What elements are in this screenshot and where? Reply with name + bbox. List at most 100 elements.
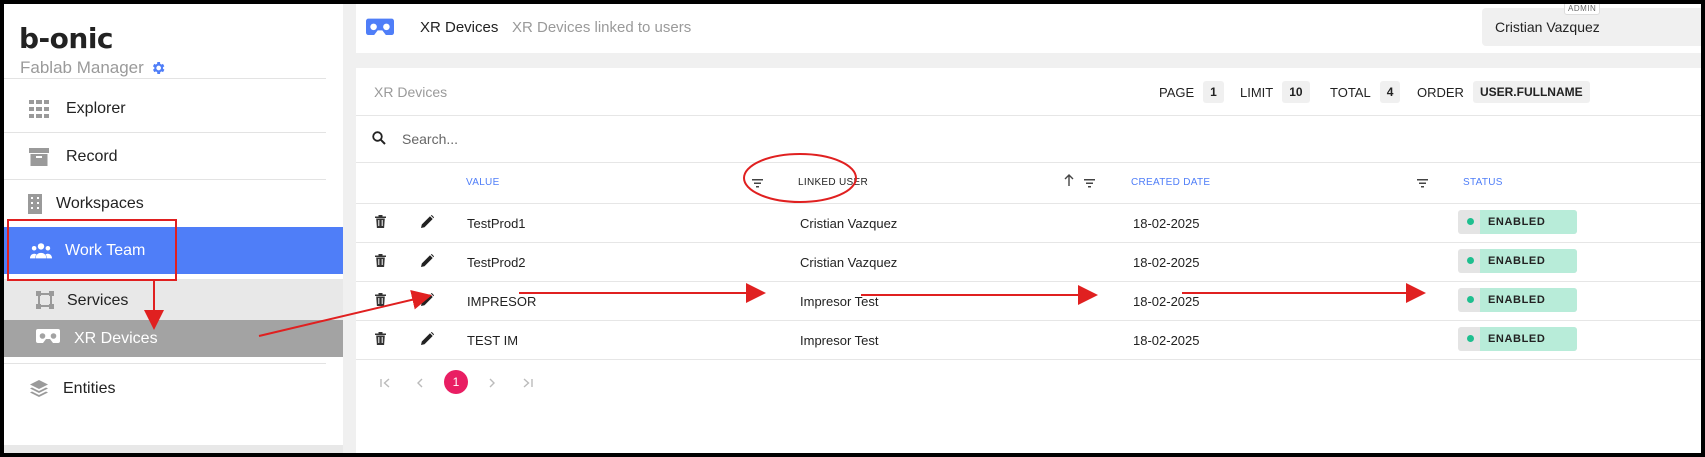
grid-icon: [28, 98, 50, 120]
status-dot: [1467, 335, 1474, 342]
screenshot-frame: b-onic Fablab Manager Explorer Record Wo…: [0, 0, 1705, 457]
frame-icon: [36, 291, 54, 314]
search-icon: [372, 131, 386, 150]
column-header-created-date[interactable]: CREATED DATE: [1131, 177, 1210, 188]
page-button-current[interactable]: 1: [444, 370, 468, 394]
table-row: TEST IM Impresor Test 18-02-2025 ENABLED: [356, 321, 1701, 360]
app-subtitle-text: Fablab Manager: [20, 58, 144, 77]
search-bar: [356, 116, 1701, 163]
status-badge[interactable]: ENABLED: [1458, 249, 1577, 273]
cell-value: TestProd2: [467, 255, 526, 270]
vr-headset-icon: [366, 18, 394, 43]
top-header: XR Devices XR Devices linked to users Cr…: [356, 4, 1701, 53]
sidebar-item-label: Entities: [63, 380, 116, 397]
sidebar-item-label: XR Devices: [74, 329, 158, 347]
sidebar: b-onic Fablab Manager Explorer Record Wo…: [4, 4, 343, 453]
prev-page-icon[interactable]: [416, 376, 424, 391]
sidebar-footer-strip: [4, 445, 343, 453]
card-header: XR Devices PAGE 1 LIMIT 10 TOTAL 4 ORDER…: [356, 68, 1701, 116]
sidebar-item-record[interactable]: Record: [4, 132, 343, 182]
user-name: Cristian Vazquez: [1495, 19, 1600, 35]
order-indicator: ORDER USER.FULLNAME: [1417, 81, 1590, 103]
sidebar-item-xr-devices[interactable]: XR Devices: [4, 320, 343, 357]
search-input[interactable]: [400, 127, 804, 151]
pencil-icon[interactable]: [421, 254, 434, 272]
status-dot: [1467, 257, 1474, 264]
layers-icon: [28, 378, 50, 400]
brand-logo: b-onic: [19, 22, 114, 55]
status-dot: [1467, 296, 1474, 303]
page-label: PAGE: [1159, 84, 1195, 100]
card-title: XR Devices: [374, 84, 448, 100]
archive-icon: [28, 146, 50, 168]
first-page-icon[interactable]: [380, 376, 390, 391]
status-badge[interactable]: ENABLED: [1458, 288, 1577, 312]
status-badge[interactable]: ENABLED: [1458, 327, 1577, 351]
total-value: 4: [1379, 81, 1401, 103]
cell-created-date: 18-02-2025: [1133, 216, 1200, 231]
order-label: ORDER: [1417, 84, 1464, 100]
page-indicator: PAGE 1: [1159, 81, 1224, 103]
devices-card: XR Devices PAGE 1 LIMIT 10 TOTAL 4 ORDER…: [356, 68, 1701, 453]
order-value[interactable]: USER.FULLNAME: [1472, 81, 1590, 103]
pencil-icon[interactable]: [421, 332, 434, 350]
cell-created-date: 18-02-2025: [1133, 255, 1200, 270]
sort-up-icon[interactable]: [1064, 173, 1074, 191]
table-header: VALUE LINKED USER CREATED DATE STATUS: [356, 163, 1701, 204]
cell-value: TestProd1: [467, 216, 526, 231]
app-window: b-onic Fablab Manager Explorer Record Wo…: [4, 4, 1701, 453]
cell-linked-user: Cristian Vazquez: [800, 216, 898, 231]
page-value[interactable]: 1: [1203, 81, 1224, 103]
vr-headset-icon: [36, 329, 60, 350]
sidebar-item-label: Workspaces: [56, 195, 144, 212]
column-header-linked-user[interactable]: LINKED USER: [798, 177, 868, 188]
pencil-icon[interactable]: [421, 293, 434, 311]
sidebar-item-label: Explorer: [66, 100, 126, 117]
sidebar-item-work-team[interactable]: Work Team: [4, 227, 343, 274]
gear-icon[interactable]: [150, 60, 166, 76]
trash-icon[interactable]: [375, 215, 386, 233]
trash-icon[interactable]: [375, 254, 386, 272]
cell-value: IMPRESOR: [467, 294, 537, 309]
sidebar-item-services[interactable]: Services: [4, 279, 343, 323]
role-badge: ADMIN: [1564, 4, 1601, 15]
limit-label: LIMIT: [1240, 84, 1274, 100]
last-page-icon[interactable]: [523, 376, 533, 391]
limit-indicator: LIMIT 10: [1240, 81, 1310, 103]
breadcrumb: XR Devices linked to users: [512, 19, 692, 36]
sidebar-item-label: Services: [67, 292, 129, 309]
status-text: ENABLED: [1480, 288, 1577, 312]
status-text: ENABLED: [1480, 210, 1577, 234]
sidebar-item-label: Work Team: [65, 241, 146, 259]
cell-linked-user: Impresor Test: [800, 333, 879, 348]
building-icon: [24, 193, 46, 215]
filter-icon[interactable]: [1084, 175, 1095, 193]
table-row: TestProd1 Cristian Vazquez 18-02-2025 EN…: [356, 204, 1701, 243]
pagination: 1: [356, 365, 1701, 405]
cell-linked-user: Cristian Vazquez: [800, 255, 898, 270]
cell-created-date: 18-02-2025: [1133, 294, 1200, 309]
filter-icon[interactable]: [752, 175, 763, 193]
cell-created-date: 18-02-2025: [1133, 333, 1200, 348]
table-row: TestProd2 Cristian Vazquez 18-02-2025 EN…: [356, 243, 1701, 282]
sidebar-item-workspaces[interactable]: Workspaces: [4, 179, 343, 229]
sidebar-item-label: Record: [66, 148, 118, 165]
app-subtitle: Fablab Manager: [20, 58, 166, 78]
total-label: TOTAL: [1330, 84, 1371, 100]
pencil-icon[interactable]: [421, 215, 434, 233]
page-title: XR Devices: [420, 19, 499, 36]
cell-value: TEST IM: [467, 333, 519, 348]
limit-value[interactable]: 10: [1282, 81, 1310, 103]
cell-linked-user: Impresor Test: [800, 294, 879, 309]
status-text: ENABLED: [1480, 327, 1577, 351]
column-header-status[interactable]: STATUS: [1463, 177, 1503, 188]
sidebar-item-entities[interactable]: Entities: [4, 364, 343, 414]
table-row: IMPRESOR Impresor Test 18-02-2025 ENABLE…: [356, 282, 1701, 321]
trash-icon[interactable]: [375, 332, 386, 350]
filter-icon[interactable]: [1417, 175, 1428, 193]
column-header-value[interactable]: VALUE: [466, 177, 500, 188]
status-badge[interactable]: ENABLED: [1458, 210, 1577, 234]
next-page-icon[interactable]: [488, 376, 496, 391]
trash-icon[interactable]: [375, 293, 386, 311]
sidebar-item-explorer[interactable]: Explorer: [4, 84, 343, 134]
